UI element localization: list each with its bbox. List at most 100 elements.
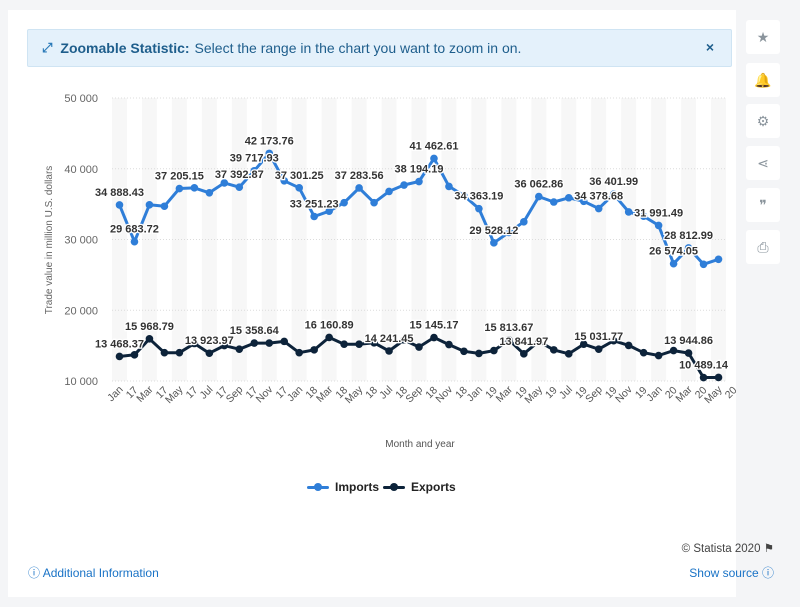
data-point-imports	[310, 212, 318, 221]
data-label-exports: 10 489.14	[679, 360, 729, 372]
y-tick-label: 20 000	[64, 305, 98, 317]
data-label-exports: 16 160.89	[305, 319, 354, 331]
data-point-exports	[115, 352, 124, 361]
data-label-imports: 34 363.19	[454, 191, 503, 203]
data-point-imports	[160, 202, 169, 211]
data-point-exports	[624, 341, 633, 350]
data-point-exports	[160, 348, 169, 357]
x-tick-month: Sep	[583, 384, 605, 406]
x-tick-month: Mar	[673, 383, 695, 405]
y-tick-label: 40 000	[64, 164, 98, 176]
data-point-exports	[355, 340, 363, 349]
x-tick-month: Nov	[254, 383, 276, 405]
data-point-imports	[669, 259, 678, 268]
additional-info-link[interactable]: ⓘ Additional Information	[28, 564, 159, 581]
data-label-imports: 37 301.25	[275, 170, 324, 182]
data-point-exports	[295, 348, 303, 357]
data-label-imports: 29 683.72	[110, 224, 159, 236]
data-point-exports	[175, 348, 184, 357]
x-tick-month: Jan	[285, 384, 306, 405]
show-source-label: Show source	[689, 566, 759, 580]
x-tick-month: May	[702, 383, 725, 406]
data-point-imports	[385, 187, 393, 196]
data-point-exports	[564, 350, 573, 358]
data-point-exports	[145, 334, 154, 343]
x-tick-month: Jan	[465, 384, 486, 405]
show-source-link[interactable]: Show source ⓘ	[689, 564, 774, 581]
y-axis-title: Trade value in million U.S. dollars	[44, 166, 55, 315]
data-label-imports: 33 251.23	[290, 198, 339, 210]
data-point-imports	[520, 218, 528, 226]
info-icon: ⓘ	[761, 566, 774, 580]
data-label-exports: 15 031.77	[574, 331, 623, 343]
data-label-exports: 13 468.37	[95, 338, 144, 350]
data-point-exports	[130, 351, 139, 359]
data-point-exports	[520, 350, 528, 358]
x-tick-month: May	[343, 383, 366, 406]
x-axis-title: Month and year	[385, 439, 455, 450]
data-label-imports: 36 401.99	[589, 176, 638, 188]
x-tick-month: Mar	[134, 383, 156, 405]
data-label-imports: 41 462.61	[410, 140, 459, 152]
data-label-exports: 13 841.97	[499, 336, 548, 348]
data-point-imports	[654, 221, 663, 230]
data-point-exports	[415, 343, 423, 351]
data-point-exports	[490, 346, 498, 355]
data-label-imports: 36 062.86	[514, 179, 563, 191]
legend-label-exports: Exports	[411, 480, 456, 494]
data-label-imports: 42 173.76	[245, 135, 294, 147]
data-label-imports: 34 378.68	[574, 191, 623, 203]
data-point-exports	[549, 346, 558, 354]
data-point-exports	[430, 333, 438, 342]
x-tick-label: May19	[522, 383, 559, 406]
x-tick-month: Jan	[644, 384, 665, 405]
data-point-exports	[235, 345, 244, 353]
data-label-imports: 28 812.99	[664, 230, 713, 242]
copyright-text: © Statista 2020	[681, 543, 761, 555]
line-chart[interactable]: 10 000 20 000 30 000 40 000 50 000 Trade valu…	[0, 0, 800, 607]
data-point-imports	[295, 184, 303, 192]
data-point-exports	[654, 351, 663, 360]
data-point-exports	[250, 339, 259, 347]
data-point-exports	[205, 349, 214, 358]
y-tick-label: 10 000	[64, 376, 98, 388]
x-tick-month: Mar	[494, 383, 516, 405]
x-tick-label: May17	[163, 376, 200, 413]
data-point-imports	[340, 198, 348, 207]
x-tick-month: May	[163, 383, 186, 406]
data-label-imports: 39 717.93	[230, 153, 279, 165]
data-point-imports	[594, 204, 603, 213]
legend-item-exports[interactable]: Exports	[383, 480, 456, 494]
data-label-exports: 13 923.97	[185, 335, 234, 347]
data-label-imports: 34 888.43	[95, 187, 144, 199]
data-label-exports: 14 241.45	[365, 333, 414, 345]
data-point-exports	[669, 346, 678, 355]
x-tick-month: Sep	[403, 384, 425, 406]
x-tick-text: Jul19	[557, 376, 590, 409]
data-point-exports	[639, 348, 648, 357]
x-tick-label: May18	[343, 376, 380, 413]
data-point-imports	[699, 260, 708, 269]
x-tick-text: May17	[163, 376, 200, 413]
data-point-exports	[699, 373, 708, 382]
x-tick-month: Sep	[224, 384, 246, 406]
x-tick-text: May18	[343, 376, 380, 413]
additional-info-label: Additional Information	[42, 566, 159, 580]
data-point-imports	[175, 184, 184, 193]
data-label-imports: 37 392.87	[215, 169, 264, 181]
data-point-imports	[445, 182, 453, 191]
data-label-imports: 37 205.15	[155, 171, 204, 183]
data-point-imports	[430, 154, 438, 163]
data-point-exports	[684, 349, 693, 357]
data-point-imports	[400, 181, 408, 189]
data-point-exports	[280, 337, 289, 346]
x-tick-label: May20	[702, 383, 739, 406]
data-label-imports: 29 528.12	[469, 225, 518, 237]
legend-item-imports[interactable]: Imports	[307, 480, 379, 494]
data-point-exports	[340, 340, 348, 349]
copyright: © Statista 2020 ⚑	[682, 541, 774, 555]
data-label-exports: 13 944.86	[664, 335, 713, 347]
data-point-exports	[594, 345, 603, 353]
x-tick-month: May	[522, 383, 545, 406]
data-point-exports	[325, 333, 333, 342]
